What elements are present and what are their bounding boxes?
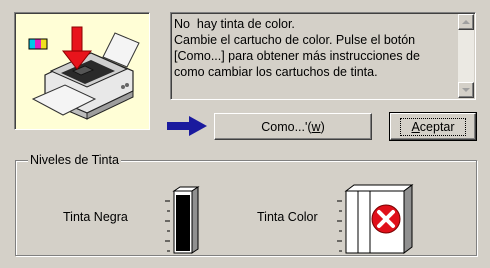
aceptar-button-hotkey: A: [411, 119, 420, 134]
scroll-up-button[interactable]: [458, 14, 474, 30]
aceptar-button[interactable]: Aceptar: [389, 112, 477, 141]
como-button-label: Como...'(: [261, 119, 312, 134]
ink-levels-title: Niveles de Tinta: [28, 152, 121, 168]
como-button-hotkey: w: [311, 119, 321, 134]
printer-icon: [28, 26, 140, 120]
scroll-down-button[interactable]: [458, 82, 474, 98]
message-text: No hay tinta de color. Cambie el cartuch…: [174, 17, 420, 79]
color-ink-label: Tinta Color: [257, 210, 318, 224]
black-cartridge-icon: [165, 186, 200, 254]
como-button-suffix: ): [320, 119, 325, 134]
chevron-down-icon: [462, 88, 470, 92]
ink-levels-group: Niveles de Tinta Tinta Negra Tinta Color: [15, 152, 477, 256]
black-ink-fill: [176, 195, 190, 251]
chevron-up-icon: [462, 20, 470, 24]
black-ink-label: Tinta Negra: [63, 210, 128, 224]
printer-illustration: [14, 12, 150, 130]
blue-arrow-icon: [167, 116, 207, 136]
error-x-icon: [371, 204, 401, 234]
message-scrollbar[interactable]: [458, 14, 474, 98]
aceptar-button-label: ceptar: [419, 119, 455, 134]
como-button[interactable]: Como...'(w): [214, 113, 372, 140]
color-cartridge-icon: [337, 184, 414, 254]
message-box: No hay tinta de color. Cambie el cartuch…: [170, 12, 476, 100]
ink-status-window: No hay tinta de color. Cambie el cartuch…: [0, 0, 490, 268]
aceptar-focus-rect: Aceptar: [400, 117, 466, 136]
